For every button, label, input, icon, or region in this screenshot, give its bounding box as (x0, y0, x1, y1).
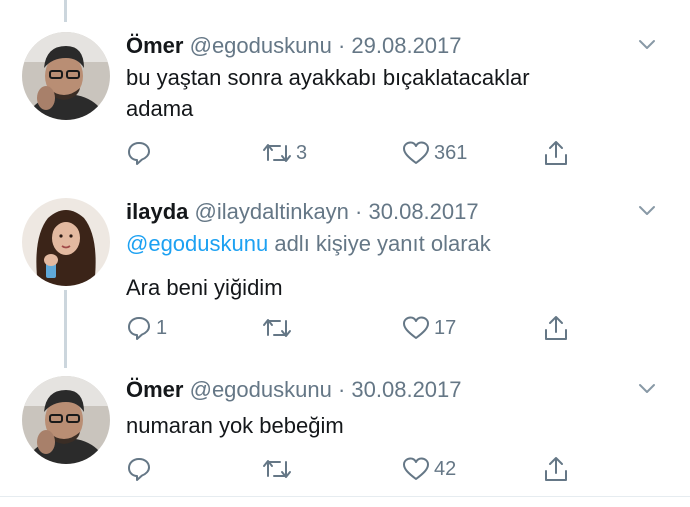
heart-icon (402, 456, 430, 482)
reply-icon (126, 140, 152, 166)
retweet-icon (262, 140, 292, 166)
reply-to-suffix: adlı kişiye yanıt olarak (268, 231, 491, 256)
user-handle[interactable]: @egoduskunu (190, 33, 332, 58)
separator: · (355, 199, 363, 224)
share-button[interactable] (542, 454, 570, 484)
share-button[interactable] (542, 313, 570, 343)
chevron-down-icon[interactable] (636, 200, 658, 222)
share-icon (542, 314, 570, 342)
share-icon (542, 139, 570, 167)
retweet-button[interactable] (262, 313, 296, 343)
tweet-actions: 1 17 (126, 313, 576, 343)
tweet-date[interactable]: 30.08.2017 (351, 377, 461, 402)
reply-mention-link[interactable]: @egoduskunu (126, 231, 268, 256)
reply-icon (126, 315, 152, 341)
tweet-date[interactable]: 29.08.2017 (351, 33, 461, 58)
avatar[interactable] (22, 376, 110, 464)
timeline-divider (0, 496, 690, 497)
tweet-header: Ömer @egoduskunu · 30.08.2017 (126, 376, 462, 404)
tweet[interactable]: ilayda @ilaydaltinkayn · 30.08.2017 @ego… (0, 198, 690, 348)
reply-button[interactable]: 1 (126, 313, 167, 343)
tweet-header: Ömer @egoduskunu · 29.08.2017 (126, 32, 462, 60)
tweet-actions: 42 (126, 454, 576, 484)
tweet-text: Ara beni yiğidim (126, 275, 283, 300)
like-count: 42 (434, 457, 457, 480)
share-button[interactable] (542, 138, 570, 168)
like-count: 17 (434, 316, 457, 339)
like-count: 361 (434, 141, 468, 164)
tweet-actions: 3 361 (126, 138, 576, 168)
tweet[interactable]: Ömer @egoduskunu · 30.08.2017 numaran yo… (0, 376, 690, 486)
replying-to: @egoduskunu adlı kişiye yanıt olarak (126, 230, 491, 258)
tweet[interactable]: Ömer @egoduskunu · 29.08.2017 bu yaştan … (0, 32, 690, 172)
tweet-text: numaran yok bebeğim (126, 413, 344, 438)
display-name[interactable]: ilayda (126, 199, 188, 224)
avatar[interactable] (22, 198, 110, 286)
avatar-omer-image (22, 32, 110, 120)
user-handle[interactable]: @egoduskunu (190, 377, 332, 402)
heart-icon (402, 315, 430, 341)
reply-button[interactable] (126, 454, 156, 484)
retweet-button[interactable]: 3 (262, 138, 307, 168)
like-button[interactable]: 361 (402, 138, 467, 168)
chevron-down-icon[interactable] (636, 378, 658, 400)
tweet-header: ilayda @ilaydaltinkayn · 30.08.2017 (126, 198, 479, 226)
retweet-button[interactable] (262, 454, 296, 484)
tweet-text: bu yaştan sonra ayakkabı bıçaklatacaklar… (126, 65, 530, 121)
like-button[interactable]: 42 (402, 454, 456, 484)
heart-icon (402, 140, 430, 166)
thread-line-top (64, 0, 67, 22)
retweet-icon (262, 315, 292, 341)
display-name[interactable]: Ömer (126, 33, 183, 58)
reply-button[interactable] (126, 138, 156, 168)
retweet-icon (262, 456, 292, 482)
separator: · (337, 377, 346, 402)
avatar-ilayda-image (22, 198, 110, 286)
retweet-count: 3 (296, 141, 308, 164)
like-button[interactable]: 17 (402, 313, 456, 343)
share-icon (542, 455, 570, 483)
avatar-omer-image (22, 376, 110, 464)
tweet-date[interactable]: 30.08.2017 (369, 199, 479, 224)
user-handle[interactable]: @ilaydaltinkayn (195, 199, 349, 224)
separator: · (337, 33, 346, 58)
reply-icon (126, 456, 152, 482)
chevron-down-icon[interactable] (636, 34, 658, 56)
display-name[interactable]: Ömer (126, 377, 183, 402)
reply-count: 1 (156, 316, 168, 339)
avatar[interactable] (22, 32, 110, 120)
